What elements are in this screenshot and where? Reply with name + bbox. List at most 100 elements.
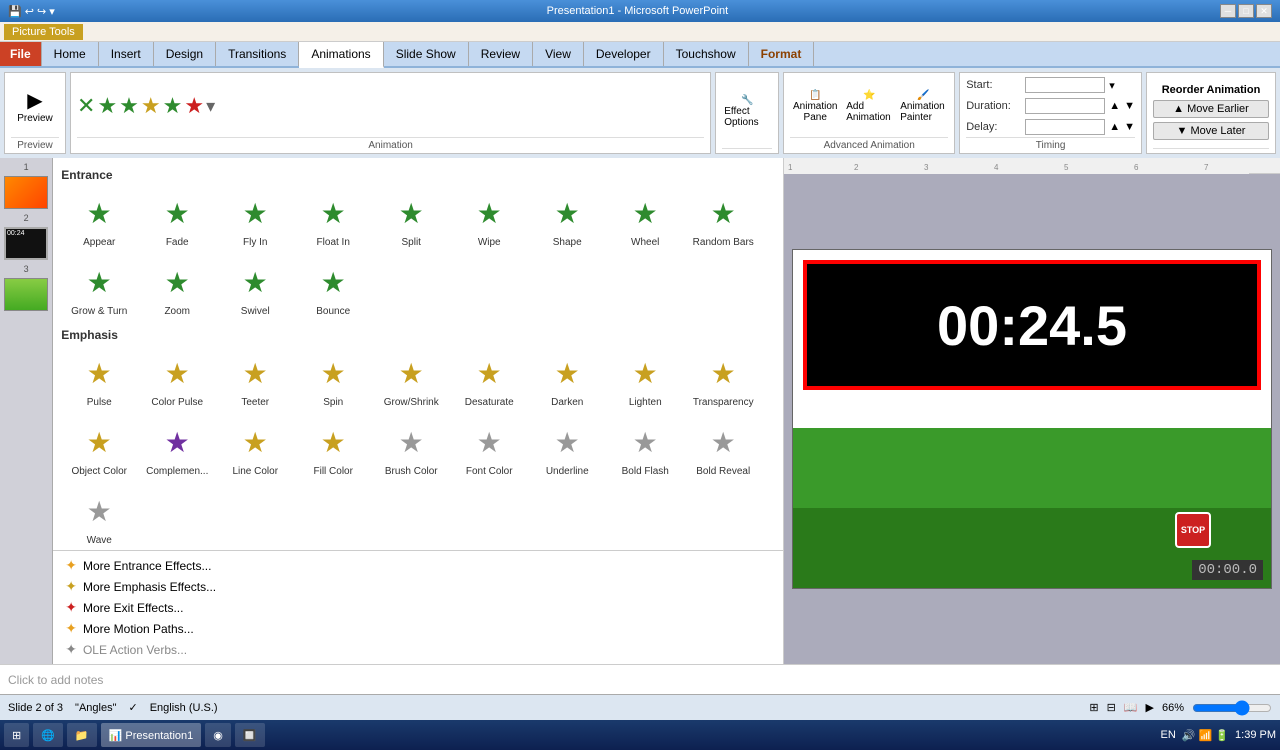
anim-complement[interactable]: ★ Complemen... xyxy=(139,415,215,482)
darken-label: Darken xyxy=(551,397,583,408)
anim-boldflash[interactable]: ★ Bold Flash xyxy=(607,415,683,482)
anim-star-fade[interactable]: ★ xyxy=(119,93,139,119)
maximize-button[interactable]: □ xyxy=(1238,4,1254,18)
tab-file[interactable]: File xyxy=(0,42,42,66)
anim-bounce-entrance[interactable]: ★ Bounce xyxy=(295,255,371,322)
anim-darken[interactable]: ★ Darken xyxy=(529,346,605,413)
taskbar-explorer[interactable]: 📁 xyxy=(67,723,97,747)
anim-wheel-entrance[interactable]: ★ Wheel xyxy=(607,186,683,253)
view-normal-icon[interactable]: ⊞ xyxy=(1089,701,1098,714)
tab-insert[interactable]: Insert xyxy=(99,42,154,66)
anim-colorpulse[interactable]: ★ Color Pulse xyxy=(139,346,215,413)
slide-thumb-3[interactable] xyxy=(4,278,48,311)
anim-growshrink[interactable]: ★ Grow/Shrink xyxy=(373,346,449,413)
tab-view[interactable]: View xyxy=(533,42,584,66)
ole-action-verbs[interactable]: ✦ OLE Action Verbs... xyxy=(61,639,775,660)
slide-thumb-1[interactable] xyxy=(4,176,48,209)
delay-input[interactable] xyxy=(1025,119,1105,135)
delay-down[interactable]: ▼ xyxy=(1124,121,1135,133)
tab-touchshow[interactable]: Touchshow xyxy=(664,42,749,66)
notes-area[interactable]: Click to add notes xyxy=(0,664,1280,694)
anim-star-appear[interactable]: ★ xyxy=(97,93,117,119)
anim-linecolor[interactable]: ★ Line Color xyxy=(217,415,293,482)
animation-gallery-scroll[interactable]: ▾ xyxy=(206,96,215,117)
anim-growturn[interactable]: ★ Grow & Turn xyxy=(61,255,137,322)
anim-appear[interactable]: ★ Appear xyxy=(61,186,137,253)
anim-boldreveal[interactable]: ★ Bold Reveal xyxy=(685,415,761,482)
tab-review[interactable]: Review xyxy=(469,42,533,66)
more-emphasis-effects[interactable]: ✦ More Emphasis Effects... xyxy=(61,576,775,597)
anim-star-flyin[interactable]: ★ xyxy=(163,93,183,119)
wheel-entrance-icon: ★ xyxy=(623,191,667,235)
slide-info: Slide 2 of 3 xyxy=(8,702,63,714)
window-controls[interactable]: ─ □ ✕ xyxy=(1220,4,1272,18)
anim-randombars-entrance[interactable]: ★ Random Bars xyxy=(685,186,761,253)
more-motion-paths[interactable]: ✦ More Motion Paths... xyxy=(61,618,775,639)
anim-desaturate[interactable]: ★ Desaturate xyxy=(451,346,527,413)
taskbar-misc[interactable]: 🔲 xyxy=(235,723,265,747)
anim-fade-entrance[interactable]: ★ Fade xyxy=(139,186,215,253)
anim-lighten[interactable]: ★ Lighten xyxy=(607,346,683,413)
anim-wave[interactable]: ★ Wave xyxy=(61,484,137,550)
taskbar-ie[interactable]: 🌐 xyxy=(33,723,63,747)
effect-options-button[interactable]: 🔧 Effect Options xyxy=(722,93,772,130)
anim-fillcolor[interactable]: ★ Fill Color xyxy=(295,415,371,482)
slide-thumb-2[interactable]: 00:24 xyxy=(4,227,48,260)
add-animation-button[interactable]: ⭐ Add Animation xyxy=(844,88,894,125)
more-exit-effects[interactable]: ✦ More Exit Effects... xyxy=(61,597,775,618)
status-right: ⊞ ⊟ 📖 ▶ 66% xyxy=(1089,700,1272,716)
anim-pulse[interactable]: ★ Pulse xyxy=(61,346,137,413)
delay-up[interactable]: ▲ xyxy=(1109,121,1120,133)
view-reading-icon[interactable]: 📖 xyxy=(1124,701,1138,714)
duration-up[interactable]: ▲ xyxy=(1109,100,1120,112)
anim-teeter[interactable]: ★ Teeter xyxy=(217,346,293,413)
anim-floatin[interactable]: ★ Float In xyxy=(295,186,371,253)
tab-animations[interactable]: Animations xyxy=(299,42,383,68)
fade-entrance-label: Fade xyxy=(166,237,189,248)
view-slide-sorter-icon[interactable]: ⊟ xyxy=(1107,701,1116,714)
minimize-button[interactable]: ─ xyxy=(1220,4,1236,18)
anim-zoom-entrance[interactable]: ★ Zoom xyxy=(139,255,215,322)
animation-painter-button[interactable]: 🖌️ Animation Painter xyxy=(898,88,948,125)
animation-pane-button[interactable]: 📋 Animation Pane xyxy=(790,88,840,125)
move-earlier-button[interactable]: ▲ Move Earlier xyxy=(1153,100,1269,118)
anim-flyin[interactable]: ★ Fly In xyxy=(217,186,293,253)
theme-name: "Angles" xyxy=(75,702,116,714)
view-presentation-icon[interactable]: ▶ xyxy=(1146,701,1154,714)
tab-slideshow[interactable]: Slide Show xyxy=(384,42,469,66)
effect-title xyxy=(722,148,772,151)
anim-star-emphasis[interactable]: ★ xyxy=(141,93,161,119)
move-later-button[interactable]: ▼ Move Later xyxy=(1153,122,1269,140)
anim-fontcolor[interactable]: ★ Font Color xyxy=(451,415,527,482)
preview-button[interactable]: ▶ Preview xyxy=(11,86,59,126)
anim-swivel-entrance[interactable]: ★ Swivel xyxy=(217,255,293,322)
close-button[interactable]: ✕ xyxy=(1256,4,1272,18)
duration-down[interactable]: ▼ xyxy=(1124,100,1135,112)
advanced-anim-title: Advanced Animation xyxy=(790,137,948,151)
anim-wipe-entrance[interactable]: ★ Wipe xyxy=(451,186,527,253)
anim-spin[interactable]: ★ Spin xyxy=(295,346,371,413)
tab-home[interactable]: Home xyxy=(42,42,99,66)
start-input[interactable] xyxy=(1025,77,1105,93)
anim-split-entrance[interactable]: ★ Split xyxy=(373,186,449,253)
taskbar-powerpoint[interactable]: 📊 Presentation1 xyxy=(101,723,202,747)
anim-shape-entrance[interactable]: ★ Shape xyxy=(529,186,605,253)
anim-star-none[interactable]: ✕ xyxy=(77,93,95,119)
taskbar-chrome[interactable]: ◉ xyxy=(205,723,231,747)
preview-label: Preview xyxy=(17,113,53,124)
tab-developer[interactable]: Developer xyxy=(584,42,664,66)
anim-star-exit[interactable]: ★ xyxy=(184,93,204,119)
anim-objectcolor[interactable]: ★ Object Color xyxy=(61,415,137,482)
zoom-slider[interactable] xyxy=(1192,700,1272,716)
anim-underline[interactable]: ★ Underline xyxy=(529,415,605,482)
tab-format[interactable]: Format xyxy=(749,42,815,66)
animation-scroll-area[interactable]: Entrance ★ Appear ★ Fade ★ Fly In ★ Floa… xyxy=(53,158,783,550)
anim-transparency[interactable]: ★ Transparency xyxy=(685,346,761,413)
start-dropdown[interactable]: ▾ xyxy=(1109,79,1115,92)
start-button[interactable]: ⊞ xyxy=(4,723,29,747)
duration-input[interactable] xyxy=(1025,98,1105,114)
tab-design[interactable]: Design xyxy=(154,42,216,66)
more-entrance-effects[interactable]: ✦ More Entrance Effects... xyxy=(61,555,775,576)
anim-brushcolor[interactable]: ★ Brush Color xyxy=(373,415,449,482)
tab-transitions[interactable]: Transitions xyxy=(216,42,299,66)
